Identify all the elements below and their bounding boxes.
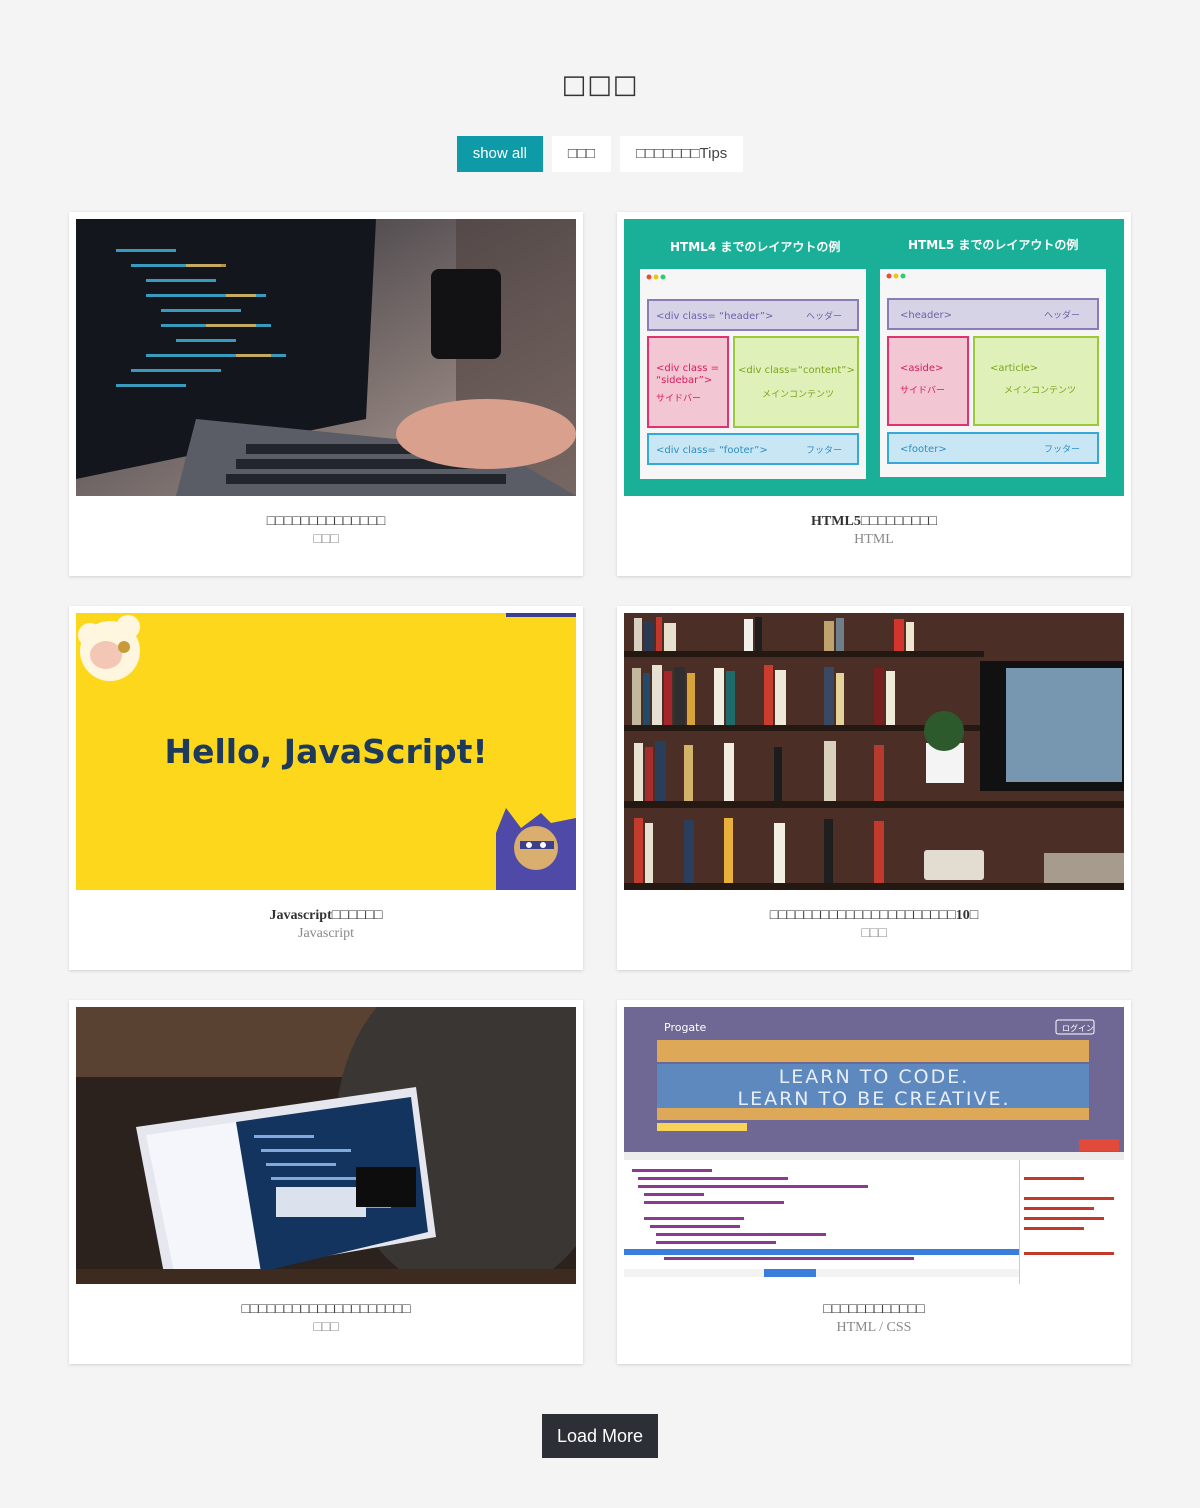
svg-text:<aside>: <aside> [900,363,943,374]
svg-text:<article>: <article> [990,363,1038,374]
svg-text:フッター: フッター [1044,444,1080,455]
svg-text:フッター: フッター [806,445,842,456]
svg-text:LEARN TO BE CREATIVE.: LEARN TO BE CREATIVE. [738,1088,1011,1110]
post-card[interactable]: Progate ログイン LEARN TO CODE. LEARN TO BE … [617,1000,1131,1364]
post-category: □□□ [313,1320,339,1335]
post-thumbnail-hello-javascript[interactable]: Hello, JavaScript! [76,613,576,890]
svg-text:メインコンテンツ: メインコンテンツ [762,389,834,400]
right-heading: HTML5 までのレイアウトの例 [908,237,1078,252]
post-thumbnail-progate-devtools[interactable]: Progate ログイン LEARN TO CODE. LEARN TO BE … [624,1007,1124,1284]
post-category: □□□ [313,532,339,547]
page-title: □□□ [561,70,639,100]
svg-text:サイドバー: サイドバー [900,385,945,396]
filter-category-1[interactable]: □□□ [551,136,612,172]
post-title[interactable]: □□□□□□□□□□□□ [624,1302,1124,1318]
filter-category-tips[interactable]: □□□□□□□Tips [620,136,744,172]
post-card[interactable]: Hello, JavaScript! Javascript□□□□□□ Java… [69,606,583,970]
post-title[interactable]: □□□□□□□□□□□□□□□□□□□□□□10□ [624,908,1124,924]
post-grid: □□□□□□□□□□□□□□ □□□ HTML4 までのレイアウトの例 HTML… [69,212,1131,1364]
svg-text:<div class= “header”>: <div class= “header”> [656,311,773,322]
progate-brand: Progate [664,1021,706,1034]
svg-text:メインコンテンツ: メインコンテンツ [1004,385,1076,396]
svg-text:<footer>: <footer> [900,444,947,455]
post-thumbnail-laptop-coding[interactable] [76,219,576,496]
post-card[interactable]: □□□□□□□□□□□□□□ □□□ [69,212,583,576]
svg-text:<div class= “footer”>: <div class= “footer”> [656,445,768,456]
post-category: HTML / CSS [836,1320,912,1335]
post-card[interactable]: □□□□□□□□□□□□□□□□□□□□ □□□ [69,1000,583,1364]
svg-text:“sidebar”>: “sidebar”> [656,375,712,386]
svg-text:<div class =: <div class = [656,363,719,374]
post-thumbnail-html-layout[interactable]: HTML4 までのレイアウトの例 HTML5 までのレイアウトの例 <div c… [624,219,1124,496]
post-category: Javascript [298,926,354,941]
post-card[interactable]: HTML4 までのレイアウトの例 HTML5 までのレイアウトの例 <div c… [617,212,1131,576]
post-thumbnail-ide-laptop[interactable] [76,1007,576,1284]
post-category: HTML [854,532,894,547]
load-more-button[interactable]: Load More [542,1414,658,1458]
image-headline: Hello, JavaScript! [164,732,487,771]
left-heading: HTML4 までのレイアウトの例 [670,239,840,254]
svg-text:ヘッダー: ヘッダー [806,310,842,322]
svg-text:LEARN TO CODE.: LEARN TO CODE. [779,1066,970,1088]
filter-bar: show all □□□ □□□□□□□Tips [0,136,1200,172]
svg-text:ログイン: ログイン [1062,1023,1094,1033]
post-title[interactable]: □□□□□□□□□□□□□□ [76,514,576,530]
svg-text:<div class=“content”>: <div class=“content”> [738,365,855,376]
filter-show-all[interactable]: show all [456,136,543,172]
post-title[interactable]: Javascript□□□□□□ [76,908,576,924]
svg-text:ヘッダー: ヘッダー [1044,309,1080,321]
svg-text:サイドバー: サイドバー [656,393,701,404]
post-category: □□□ [861,926,887,941]
post-title[interactable]: HTML5□□□□□□□□□ [624,514,1124,530]
post-title[interactable]: □□□□□□□□□□□□□□□□□□□□ [76,1302,576,1318]
post-card[interactable]: □□□□□□□□□□□□□□□□□□□□□□10□ □□□ [617,606,1131,970]
post-thumbnail-bookshelf[interactable] [624,613,1124,890]
svg-text:<header>: <header> [900,310,952,321]
